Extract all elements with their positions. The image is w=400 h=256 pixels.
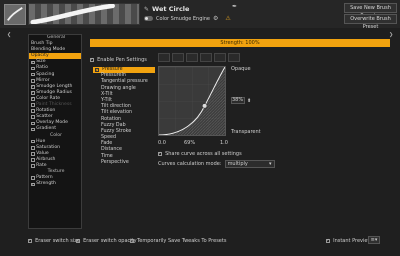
param-checkbox[interactable] [31,66,35,71]
instant-preview-label: Instant Preview [333,238,372,244]
curve-value-box: 38% ⬍ [231,97,251,104]
param-checkbox[interactable] [31,152,35,156]
enable-pen-settings[interactable]: ✓ Enable Pen Settings [90,57,147,63]
x-mid-label: 69% [184,140,196,146]
sensor-label: Fuzzy Stroke [101,128,132,134]
collapse-left-icon[interactable]: ❮ [7,32,11,38]
param-label: Color [50,132,62,138]
param-label: Strength [36,181,56,187]
param-checkbox[interactable] [31,127,35,132]
curve-value-field[interactable]: 38% [231,97,245,104]
param-checkbox[interactable]: ✓ [31,182,35,187]
temp-save-checkbox[interactable]: ✓ [130,239,134,243]
instant-preview-option[interactable]: ✓ Instant Preview [326,238,372,244]
param-checkbox[interactable]: ✓ [31,91,35,95]
param-checkbox[interactable] [31,78,35,83]
menu-icon[interactable]: ≡▾ [368,236,380,244]
sensor-label: Time [101,153,113,159]
temp-save-label: Temporarily Save Tweaks To Presets [137,238,227,244]
param-checkbox[interactable] [31,72,35,77]
param-checkbox[interactable]: ✓ [31,60,35,65]
sensor-label: Fade [101,141,113,147]
footer: ✓ Eraser switch size ✓ Eraser switch opa… [0,234,400,248]
param-checkbox[interactable] [31,145,35,150]
param-checkbox[interactable] [31,139,35,144]
preset-name[interactable]: Wet Circle [152,5,189,13]
preset-thumbnail[interactable] [4,4,26,25]
transparent-label: Transparent [231,129,261,135]
instant-preview-checkbox[interactable]: ✓ [326,239,330,243]
temp-save-option[interactable]: ✓ Temporarily Save Tweaks To Presets [130,238,226,244]
param-checkbox[interactable] [31,164,35,168]
curve-preset-2[interactable] [172,53,184,62]
sensor-label: Drawing angle [101,85,136,91]
eyedropper-icon[interactable]: ✒ [232,3,237,10]
sensor-label: Speed [101,135,117,141]
param-label: Rate [36,162,47,168]
curves-calc-row: Curves calculation mode: multiply [158,160,275,168]
overwrite-preset-button[interactable]: Overwrite Brush Preset [344,14,397,30]
eraser-size-label: Eraser switch size [35,238,80,244]
sensor-label: PressureIn [101,73,126,79]
sensor-checkbox[interactable]: ✓ [95,68,99,72]
strength-slider[interactable]: Strength: 100% [90,39,390,47]
brush-editor-header: ✎ Wet Circle Color Smudge Engine ⚙ ⚠ ✒ S… [0,0,400,30]
sensor-list: ✓ Pressure PressureIn Tangential pressure Dr… [93,67,155,166]
param-item[interactable]: ✓ Strength [29,181,81,187]
sensor-label: Rotation [101,116,122,122]
curve-presets [158,53,240,62]
sensor-label: Y-Tilt [101,97,112,103]
curve-preset-3[interactable] [186,53,198,62]
curve-editor[interactable] [158,66,226,136]
enable-pen-label: Enable Pen Settings [97,57,147,63]
eraser-opacity-option[interactable]: ✓ Eraser switch opacity [76,238,137,244]
brush-parameter-list: General Brush Tip Blending Mode Opacity ✓ Siz… [28,34,82,229]
eraser-size-checkbox[interactable]: ✓ [28,239,32,243]
warning-icon: ⚠ [225,15,231,22]
curve-preset-5[interactable] [214,53,226,62]
engine-label: Color Smudge Engine [156,15,211,22]
param-checkbox[interactable] [31,115,35,120]
enable-pen-checkbox[interactable]: ✓ [90,58,94,62]
gear-icon[interactable]: ⚙ [213,15,218,22]
eraser-size-option[interactable]: ✓ Eraser switch size [28,238,80,244]
x-max-label: 1.0 [220,140,228,146]
share-curve-checkbox[interactable]: ✓ [158,152,162,156]
sensor-item[interactable]: Perspective [93,160,155,166]
sensor-label: X-Tilt [101,91,113,97]
stroke-preview[interactable] [28,3,140,25]
sensor-label: Tilt elevation [101,110,133,116]
brush-icon: ✎ [144,5,150,13]
curves-calc-label: Curves calculation mode: [158,161,222,167]
engine-toggle[interactable] [144,16,153,21]
param-checkbox[interactable]: ✓ [31,97,35,101]
curve-preset-6[interactable] [228,53,240,62]
share-curve-option[interactable]: ✓ Share curve across all settings [158,151,242,157]
collapse-right-icon[interactable]: ❯ [389,32,393,38]
preset-name-row: ✎ Wet Circle [144,4,189,14]
param-checkbox[interactable] [31,109,35,113]
engine-row: Color Smudge Engine ⚙ ⚠ [144,14,231,23]
curves-calc-select[interactable]: multiply [224,160,275,168]
sensor-label: Perspective [101,159,129,165]
sensor-label: Tangential pressure [101,79,148,85]
param-checkbox[interactable] [31,103,35,107]
curve-value-stepper[interactable]: ⬍ [247,98,251,104]
param-checkbox[interactable] [31,121,35,126]
share-curve-label: Share curve across all settings [165,151,242,157]
sensor-label: Fuzzy Dab [101,122,126,128]
eraser-opacity-label: Eraser switch opacity [83,238,137,244]
param-checkbox[interactable]: ✓ [31,85,35,89]
x-min-label: 0.0 [158,140,166,146]
param-checkbox[interactable] [31,158,35,162]
sensor-label: Distance [101,147,122,153]
eraser-opacity-checkbox[interactable]: ✓ [76,239,80,243]
sensor-label: Tilt direction [101,104,131,110]
curve-point [201,103,208,109]
save-new-preset-button[interactable]: Save New Brush Preset... [344,3,397,19]
curve-preset-4[interactable] [200,53,212,62]
opaque-label: Opaque [231,66,251,72]
param-checkbox[interactable] [31,176,35,180]
curve-preset-1[interactable] [158,53,170,62]
